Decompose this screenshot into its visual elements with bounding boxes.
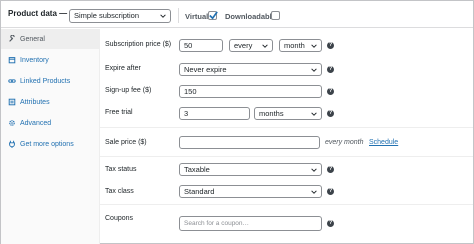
signup-fee-label: Sign-up fee ($) [105,87,152,94]
chevron-down-icon [311,68,317,72]
sale-price-suffix: every month [325,139,364,146]
section-divider [100,127,473,128]
coupon-search-input[interactable]: Search for a coupon… [179,216,322,231]
downloadable-checkbox[interactable] [271,11,280,20]
virtual-checkbox[interactable] [208,11,218,20]
signup-fee-input[interactable]: 150 [179,85,322,98]
billing-interval-select[interactable]: every [229,39,273,52]
virtual-label: Virtual: [185,12,211,21]
link-icon [8,79,16,83]
free-trial-label: Free trial [105,109,133,116]
help-icon[interactable]: ? [327,188,334,195]
gear-icon [9,120,15,126]
product-type-select[interactable]: Simple subscription [69,9,171,23]
free-trial-period-value: months [259,109,284,118]
checkmark-icon [209,11,218,20]
wrench-icon [9,35,15,42]
free-trial-input[interactable]: 3 [179,107,250,120]
tab-linked-products[interactable]: Linked Products [1,71,100,91]
help-icon[interactable]: ? [327,88,334,95]
help-icon[interactable]: ? [327,220,334,227]
tax-class-value: Standard [184,187,215,196]
billing-period-value: month [284,41,305,50]
tab-attributes[interactable]: Attributes [1,92,100,112]
product-data-header: Product data — Simple subscription Virtu… [1,1,473,28]
expire-after-select[interactable]: Never expire [179,63,322,76]
product-data-tabs: General Inventory Linked Products Attrib… [1,29,100,244]
tab-inventory[interactable]: Inventory [1,50,100,70]
billing-period-select[interactable]: month [279,39,322,52]
expire-after-value: Never expire [184,65,227,74]
tab-general[interactable]: General [1,29,100,49]
tab-get-more-options[interactable]: Get more options [1,134,100,154]
tab-get-more-options-label: Get more options [20,140,74,148]
tab-advanced-label: Advanced [20,119,52,127]
sale-price-input[interactable] [179,136,320,149]
sale-price-label: Sale price ($) [105,139,147,146]
tax-class-label: Tax class [105,188,134,195]
tab-attributes-label: Attributes [20,98,50,106]
chevron-down-icon [311,190,317,194]
product-data-title: Product data — [8,9,68,18]
product-type-value: Simple subscription [74,11,140,20]
coupons-label: Coupons [105,215,134,222]
help-icon[interactable]: ? [327,66,334,73]
chevron-down-icon [311,112,317,116]
chevron-down-icon [160,14,166,18]
section-divider [100,204,473,205]
tax-status-label: Tax status [105,166,137,173]
tab-general-label: General [20,35,45,43]
chevron-down-icon [311,44,317,48]
general-options-panel: Subscription price ($) 50 every month ? … [100,29,473,244]
inventory-icon [8,57,16,64]
chevron-down-icon [311,168,317,172]
tab-advanced[interactable]: Advanced [1,113,100,133]
tab-linked-products-label: Linked Products [20,77,71,85]
attributes-icon [8,98,16,106]
tab-inventory-label: Inventory [20,56,49,64]
free-trial-period-select[interactable]: months [254,107,322,120]
section-divider [100,156,473,157]
product-data-panel: Product data — Simple subscription Virtu… [0,0,474,244]
chevron-down-icon [262,44,268,48]
tax-status-select[interactable]: Taxable [179,163,322,176]
subscription-price-label: Subscription price ($) [105,41,172,48]
plugin-icon [9,140,15,148]
schedule-link[interactable]: Schedule [369,139,398,146]
subscription-price-input[interactable]: 50 [179,39,223,52]
billing-interval-value: every [234,41,253,50]
header-divider [178,8,179,23]
tax-status-value: Taxable [184,165,210,174]
help-icon[interactable]: ? [327,110,334,117]
help-icon[interactable]: ? [327,42,334,49]
help-icon[interactable]: ? [327,166,334,173]
tax-class-select[interactable]: Standard [179,185,322,198]
expire-after-label: Expire after [105,65,141,72]
